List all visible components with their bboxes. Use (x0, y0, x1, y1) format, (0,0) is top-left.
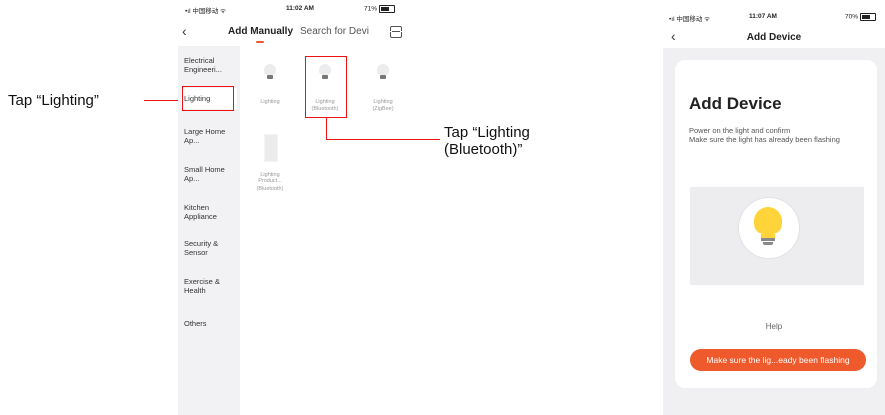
category-electrical-engineering[interactable]: Electrical Engineeri... (184, 56, 238, 74)
instruction-line2: Make sure the light has already been fla… (689, 135, 840, 144)
nav-title: Add Device (746, 32, 802, 43)
tab-search-for-devices[interactable]: Search for Devi (300, 26, 369, 37)
category-security-sensor[interactable]: Security & Sensor (184, 239, 238, 257)
status-time: 11:02 AM (286, 5, 314, 12)
category-exercise-health[interactable]: Exercise & Health (184, 277, 238, 295)
light-bulb-icon (754, 207, 782, 247)
category-large-home-appliance[interactable]: Large Home Ap... (184, 127, 238, 145)
bulb-icon (264, 64, 276, 79)
category-others[interactable]: Others (184, 319, 238, 328)
category-kitchen-appliance[interactable]: Kitchen Appliance (184, 203, 238, 221)
callout-line-bluetooth-horizontal (326, 139, 440, 140)
carrier-signal: •ıl 中国移动 ᯤ (185, 8, 227, 15)
battery-status: 70% (845, 13, 877, 21)
add-device-screen: •ıl 中国移动 ᯤ 11:07 AM 70% ‹ Add Device Add… (663, 0, 885, 415)
lighting-product-icon (264, 134, 278, 162)
callout-line-bluetooth-vertical (326, 117, 327, 139)
tab-add-manually[interactable]: Add Manually (228, 26, 293, 37)
back-icon[interactable]: ‹ (182, 23, 187, 39)
device-sublabel: (Bluetooth) (256, 186, 284, 192)
help-link[interactable]: Help (663, 322, 885, 331)
device-label: Lighting Product... (258, 172, 282, 184)
bulb-icon (377, 64, 389, 79)
category-small-home-appliance[interactable]: Small Home Ap... (184, 165, 238, 183)
status-bar: •ıl 中国移动 ᯤ 11:07 AM 70% (663, 0, 885, 23)
battery-status: 71% (364, 5, 396, 13)
device-label: Lighting (373, 99, 393, 105)
instructions: Power on the light and confirm Make sure… (689, 126, 859, 144)
callout-tap-lighting-bluetooth: Tap “Lighting (Bluetooth)” (444, 124, 530, 158)
device-label: Lighting (260, 99, 280, 105)
carrier-signal: •ıl 中国移动 ᯤ (669, 16, 711, 23)
instruction-line1: Power on the light and confirm (689, 126, 791, 135)
callout-line2: (Bluetooth)” (444, 141, 523, 158)
device-sublabel: (ZigBee) (372, 106, 394, 112)
battery-icon (860, 13, 877, 21)
highlight-lighting-bluetooth (305, 56, 347, 118)
page-heading: Add Device (689, 94, 782, 113)
tab-active-indicator (256, 41, 264, 43)
top-nav: ‹ Add Manually Search for Devi (178, 20, 414, 44)
callout-tap-lighting: Tap “Lighting” (8, 92, 99, 109)
add-manually-screen: •ıl 中国移动 ᯤ 11:02 AM 71% ‹ Add Manually S… (178, 0, 414, 415)
battery-icon (379, 5, 396, 13)
status-time: 11:07 AM (749, 13, 777, 20)
highlight-lighting-category (182, 86, 234, 111)
scan-icon[interactable] (389, 26, 403, 38)
callout-line-lighting (144, 100, 182, 101)
confirm-flashing-button[interactable]: Make sure the lig...eady been flashing (690, 349, 866, 371)
callout-line1: Tap “Lighting (444, 124, 530, 141)
status-bar: •ıl 中国移动 ᯤ 11:02 AM 71% (178, 0, 414, 18)
